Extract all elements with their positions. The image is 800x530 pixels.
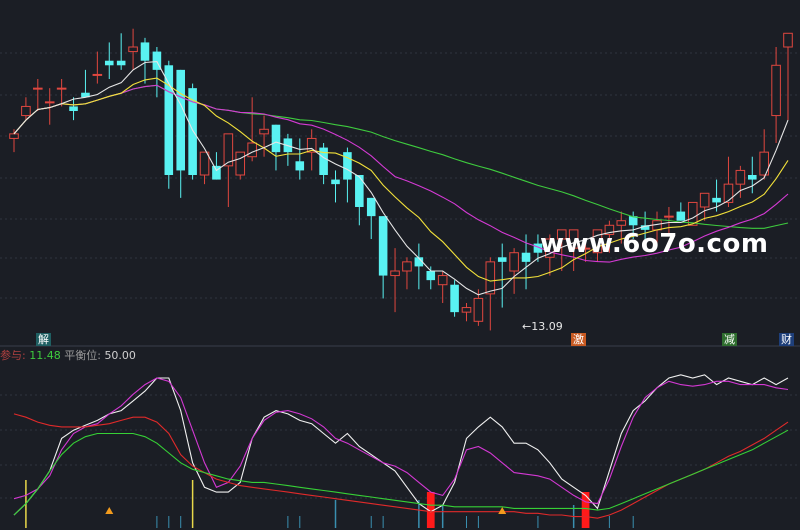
indicator-name-value: 11.48 xyxy=(29,349,61,362)
candle-body-40 xyxy=(485,261,496,295)
indicator-name: 参与 xyxy=(0,349,22,362)
marker-triangle-1 xyxy=(498,507,507,514)
candle-body-0 xyxy=(9,133,19,139)
candle-body-10 xyxy=(128,46,138,53)
signal-tag-cai-text: 财 xyxy=(781,333,792,346)
candle-body-42 xyxy=(509,252,519,272)
candle-body-39 xyxy=(473,297,484,322)
candle-body-57 xyxy=(687,201,698,226)
osc-magenta-line xyxy=(13,377,789,505)
signal-tag-jian: 减 xyxy=(722,333,737,346)
chart-stage[interactable]: 解 激 减 财 ←13.09 参与: 11.48 平衡位: 50.00 www.… xyxy=(0,0,800,530)
osc-white-line xyxy=(13,374,789,516)
candle-body-62 xyxy=(747,175,757,180)
candle-body-16 xyxy=(199,151,210,176)
indicator-info: 参与: 11.48 平衡位: 50.00 xyxy=(0,349,136,362)
ma-green-line xyxy=(13,84,789,229)
candle-body-59 xyxy=(712,197,721,203)
candle-body-55 xyxy=(664,215,674,218)
candle-body-60 xyxy=(723,183,734,203)
signal-bar-5 xyxy=(441,505,444,528)
candle-body-7 xyxy=(92,73,103,76)
signal-bar-2 xyxy=(334,500,337,528)
candle-body-58 xyxy=(699,192,710,208)
candle-body-1 xyxy=(21,105,31,117)
signal-tag-jian-text: 减 xyxy=(724,333,735,346)
osc-green-line xyxy=(13,429,789,516)
candle-body-11 xyxy=(140,42,150,61)
candle-body-29 xyxy=(355,175,364,207)
candle-body-22 xyxy=(271,124,281,153)
signal-bar-1 xyxy=(191,480,194,528)
candle-body-64 xyxy=(771,64,781,117)
balance-value: 50.00 xyxy=(104,349,136,362)
candle-body-56 xyxy=(676,211,686,221)
low-price-value: 13.09 xyxy=(531,320,563,333)
low-price-label: ←13.09 xyxy=(522,320,563,333)
signal-tag-jie: 解 xyxy=(36,333,51,346)
candle-body-21 xyxy=(259,128,269,135)
candle-body-19 xyxy=(235,151,246,176)
candle-body-61 xyxy=(735,169,746,185)
candle-body-24 xyxy=(295,161,305,171)
candle-body-38 xyxy=(461,307,472,313)
candle-body-27 xyxy=(331,179,340,185)
watermark-text: www.6o7o.com xyxy=(540,229,769,259)
signal-bar-7 xyxy=(581,492,590,528)
balance-label: 平衡位 xyxy=(64,349,98,362)
candle-body-35 xyxy=(426,271,436,281)
candle-body-36 xyxy=(437,275,448,286)
candle-body-51 xyxy=(616,220,627,226)
candle-body-20 xyxy=(247,142,257,158)
candle-body-5 xyxy=(69,106,78,111)
marker-triangle-0 xyxy=(105,507,114,514)
candlestick-chart[interactable] xyxy=(0,0,800,530)
signal-tag-jie-text: 解 xyxy=(38,333,49,346)
candle-body-8 xyxy=(104,60,114,66)
candle-body-37 xyxy=(450,284,459,313)
signal-tag-ji-text: 激 xyxy=(573,333,584,346)
candle-body-33 xyxy=(402,261,412,272)
candle-body-32 xyxy=(390,270,400,277)
candle-body-4 xyxy=(56,87,67,90)
candle-body-41 xyxy=(497,257,507,262)
candle-body-31 xyxy=(378,216,388,276)
candle-body-9 xyxy=(116,60,126,66)
signal-tag-ji: 激 xyxy=(571,333,586,346)
candle-body-43 xyxy=(521,252,531,262)
candle-body-2 xyxy=(33,87,43,90)
signal-tag-cai: 财 xyxy=(779,333,794,346)
candle-body-13 xyxy=(164,65,174,175)
candle-body-3 xyxy=(44,101,55,104)
candle-body-14 xyxy=(176,69,185,171)
candle-body-65 xyxy=(783,32,793,48)
candle-body-30 xyxy=(366,197,376,217)
